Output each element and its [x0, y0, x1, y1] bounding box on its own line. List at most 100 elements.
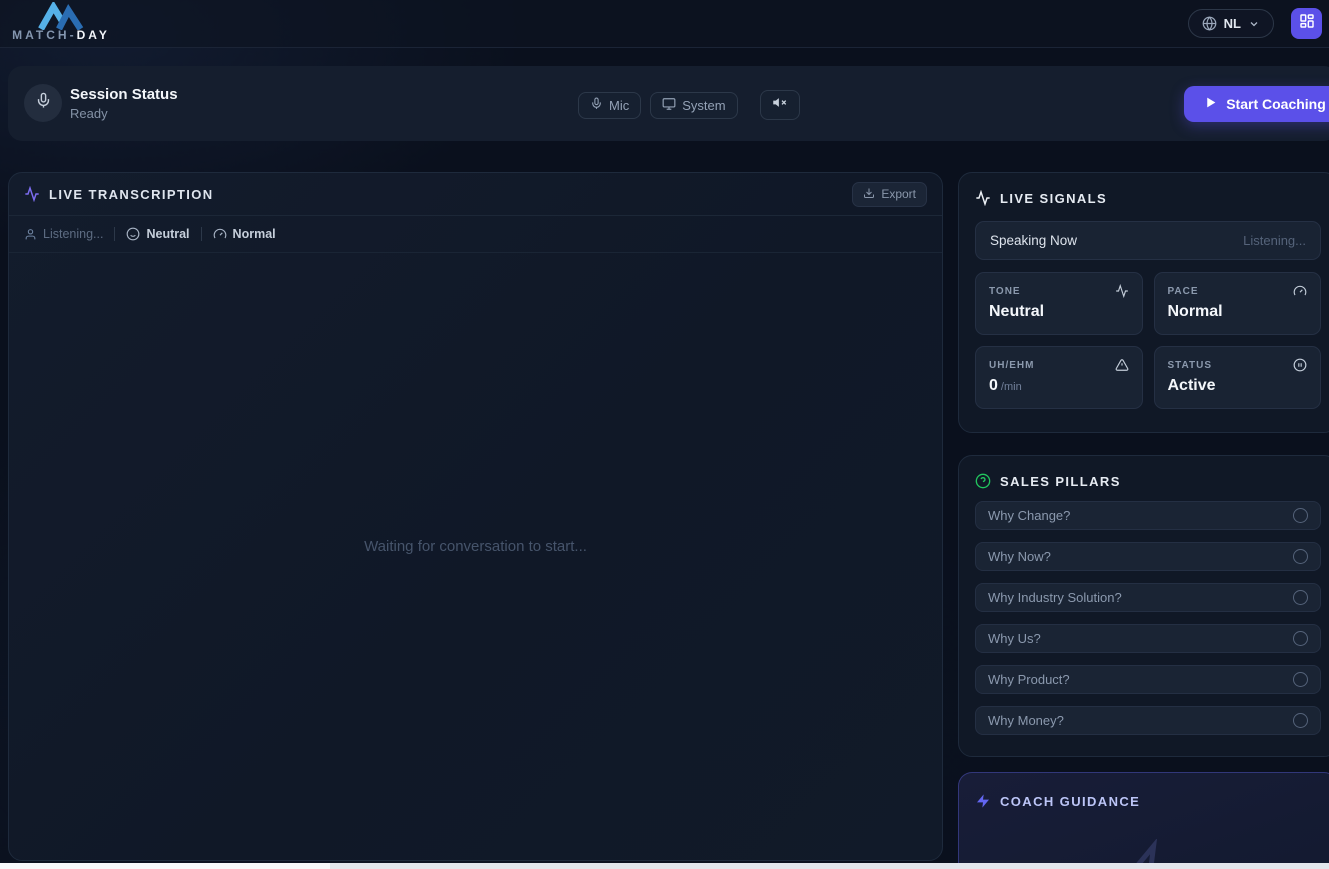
microphone-icon [35, 92, 52, 114]
coach-guidance-title: COACH GUIDANCE [1000, 794, 1140, 809]
audio-source-controls: Mic System [578, 90, 800, 120]
divider [201, 227, 202, 241]
speaker-status-label: Listening... [43, 227, 103, 241]
speaking-now-label: Speaking Now [990, 233, 1077, 248]
transcription-status-row: Listening... Neutral Normal [9, 216, 942, 253]
sales-pillars-panel: SALES PILLARS Why Change? Why Now? Why I… [958, 455, 1329, 757]
brand-name: MATCH-DAY [6, 28, 116, 42]
user-icon [24, 228, 37, 241]
pillar-row-why-money[interactable]: Why Money? [975, 706, 1321, 735]
language-selector[interactable]: NL [1188, 9, 1274, 38]
filler-words-value: 0/min [989, 377, 1129, 395]
live-signals-panel: LIVE SIGNALS Speaking Now Listening... T… [958, 172, 1329, 433]
app-page: MATCH-DAY NL Session Status Ready [0, 0, 1329, 869]
horizontal-scrollbar[interactable] [0, 863, 1329, 869]
export-label: Export [881, 187, 916, 201]
pillar-checkbox[interactable] [1293, 590, 1308, 605]
divider [114, 227, 115, 241]
coach-guidance-title-group: COACH GUIDANCE [975, 793, 1321, 809]
activity-icon [975, 190, 991, 206]
pillar-label: Why Product? [988, 672, 1070, 687]
pace-card: PACE Normal [1154, 272, 1322, 335]
coach-guidance-panel: COACH GUIDANCE [958, 772, 1329, 869]
logo-m-icon [36, 2, 86, 30]
tone-value: Neutral [989, 303, 1129, 321]
tone-label: TONE [989, 286, 1021, 297]
pillar-checkbox[interactable] [1293, 631, 1308, 646]
pillar-checkbox[interactable] [1293, 508, 1308, 523]
sentiment-chip: Neutral [126, 227, 189, 241]
signal-cards-grid: TONE Neutral PACE Normal UH/ [975, 272, 1321, 409]
status-card: STATUS Active [1154, 346, 1322, 409]
activity-icon [1115, 284, 1129, 298]
transcription-header: LIVE TRANSCRIPTION Export [9, 173, 942, 216]
microphone-icon [590, 97, 603, 113]
smile-icon [126, 227, 140, 241]
system-source-label: System [682, 98, 725, 113]
lightning-icon [975, 793, 991, 809]
filler-words-unit: /min [1001, 381, 1022, 393]
pillar-label: Why Change? [988, 508, 1070, 523]
session-status-bar: Session Status Ready Mic System [8, 66, 1329, 141]
layout-grid-icon [1299, 13, 1315, 34]
language-code: NL [1224, 16, 1241, 31]
tone-card: TONE Neutral [975, 272, 1143, 335]
pace-chip: Normal [213, 227, 276, 241]
filler-words-label: UH/EHM [989, 360, 1034, 371]
live-signals-title-group: LIVE SIGNALS [975, 190, 1321, 206]
pillar-checkbox[interactable] [1293, 713, 1308, 728]
pause-circle-icon [1293, 358, 1307, 372]
system-source-button[interactable]: System [650, 92, 737, 119]
pillar-label: Why Us? [988, 631, 1041, 646]
chevron-down-icon [1248, 18, 1260, 30]
activity-icon [24, 186, 40, 202]
start-coaching-button[interactable]: Start Coaching [1184, 86, 1329, 122]
empty-state-message: Waiting for conversation to start... [9, 538, 942, 555]
live-transcription-panel: LIVE TRANSCRIPTION Export Listening... [8, 172, 943, 861]
pillar-label: Why Industry Solution? [988, 590, 1122, 605]
status-value: Active [1168, 377, 1308, 395]
pillar-row-why-now[interactable]: Why Now? [975, 542, 1321, 571]
mute-button[interactable] [760, 90, 800, 120]
download-icon [863, 187, 875, 202]
monitor-icon [662, 97, 676, 114]
pillar-row-why-us[interactable]: Why Us? [975, 624, 1321, 653]
speaker-status-chip: Listening... [24, 227, 103, 241]
gauge-icon [213, 227, 227, 241]
export-button[interactable]: Export [852, 182, 927, 207]
horizontal-scrollbar-thumb[interactable] [0, 863, 330, 869]
brand-logo: MATCH-DAY [6, 2, 116, 42]
transcription-title: LIVE TRANSCRIPTION [49, 187, 214, 202]
pillar-checkbox[interactable] [1293, 549, 1308, 564]
sales-pillars-title-group: SALES PILLARS [975, 473, 1321, 489]
start-coaching-label: Start Coaching [1226, 96, 1326, 112]
session-status-value: Ready [70, 106, 178, 121]
pillar-row-why-change[interactable]: Why Change? [975, 501, 1321, 530]
volume-muted-icon [772, 95, 787, 115]
sales-pillars-title: SALES PILLARS [1000, 474, 1121, 489]
transcription-title-group: LIVE TRANSCRIPTION [24, 186, 214, 202]
mic-source-button[interactable]: Mic [578, 92, 641, 119]
session-status-title: Session Status [70, 86, 178, 103]
pace-value: Normal [1168, 303, 1308, 321]
globe-icon [1202, 16, 1217, 31]
session-status-text: Session Status Ready [70, 86, 178, 121]
pace-label: Normal [233, 227, 276, 241]
dashboard-layout-button[interactable] [1291, 8, 1322, 39]
filler-words-card: UH/EHM 0/min [975, 346, 1143, 409]
speaking-now-card: Speaking Now Listening... [975, 221, 1321, 260]
pillar-row-why-product[interactable]: Why Product? [975, 665, 1321, 694]
warning-icon [1115, 358, 1129, 372]
pace-label: PACE [1168, 286, 1199, 297]
status-label: STATUS [1168, 360, 1213, 371]
help-circle-icon [975, 473, 991, 489]
live-signals-title: LIVE SIGNALS [1000, 191, 1107, 206]
mic-toggle-button[interactable] [24, 84, 62, 122]
gauge-icon [1293, 284, 1307, 298]
top-header: MATCH-DAY NL [0, 0, 1329, 48]
pillar-label: Why Now? [988, 549, 1051, 564]
mic-source-label: Mic [609, 98, 629, 113]
pillar-row-why-industry-solution[interactable]: Why Industry Solution? [975, 583, 1321, 612]
pillar-checkbox[interactable] [1293, 672, 1308, 687]
speaking-now-value: Listening... [1243, 233, 1306, 248]
